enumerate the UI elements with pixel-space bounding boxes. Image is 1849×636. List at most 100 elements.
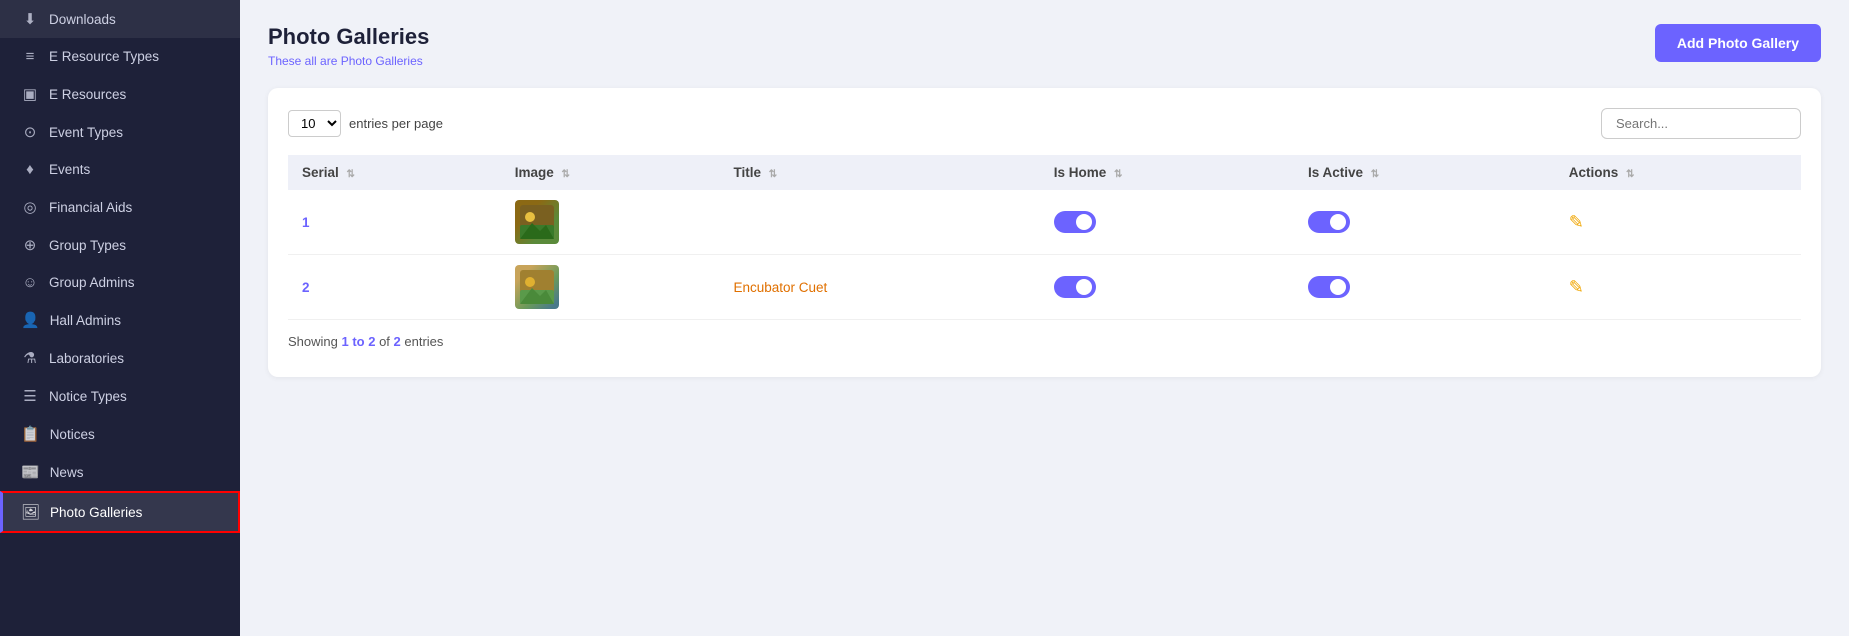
table-controls: 10 25 50 entries per page <box>288 108 1801 139</box>
cell-image-2 <box>501 255 720 320</box>
cell-actions-2: ✎ <box>1555 255 1801 320</box>
toggle-is-home-2[interactable] <box>1054 276 1096 298</box>
edit-icon-2[interactable]: ✎ <box>1569 277 1584 297</box>
sort-icon-image: ⇅ <box>562 169 570 180</box>
main-content: Photo Galleries These all are Photo Gall… <box>240 0 1849 636</box>
event-types-icon: ⊙ <box>21 123 39 141</box>
cell-image-1 <box>501 190 720 255</box>
downloads-icon: ⬇ <box>21 10 39 28</box>
sidebar-item-label-group-admins: Group Admins <box>49 275 135 290</box>
table-card: 10 25 50 entries per page Serial ⇅ Image… <box>268 88 1821 377</box>
e-resource-types-icon: ≡ <box>21 48 39 65</box>
sidebar-item-hall-admins[interactable]: 👤 Hall Admins <box>0 301 240 339</box>
sort-icon-is-home: ⇅ <box>1114 169 1122 180</box>
sort-icon-actions: ⇅ <box>1626 169 1634 180</box>
col-title: Title ⇅ <box>719 155 1039 190</box>
col-actions: Actions ⇅ <box>1555 155 1801 190</box>
events-icon: ♦ <box>21 161 39 178</box>
toggle-is-active-2[interactable] <box>1308 276 1350 298</box>
showing-total: 2 <box>394 334 401 349</box>
photo-galleries-icon: 🖼 <box>21 503 40 521</box>
toggle-is-home-1[interactable] <box>1054 211 1096 233</box>
cell-serial-2: 2 <box>288 255 501 320</box>
group-admins-icon: ☺ <box>21 274 39 291</box>
sidebar-item-label-news: News <box>50 465 84 480</box>
sidebar-item-label-event-types: Event Types <box>49 125 123 140</box>
sidebar-item-label-laboratories: Laboratories <box>49 351 124 366</box>
entries-label: entries per page <box>349 116 443 131</box>
thumb-svg-1 <box>520 205 554 239</box>
cell-is-home-2 <box>1040 255 1294 320</box>
sidebar-item-photo-galleries[interactable]: 🖼Photo Galleries➔ <box>0 491 240 533</box>
sidebar-item-group-admins[interactable]: ☺ Group Admins <box>0 264 240 301</box>
col-is-active: Is Active ⇅ <box>1294 155 1555 190</box>
entries-select[interactable]: 10 25 50 <box>288 110 341 137</box>
notices-icon: 📋 <box>21 425 40 443</box>
sidebar-item-event-types[interactable]: ⊙ Event Types <box>0 113 240 151</box>
serial-link-1[interactable]: 1 <box>302 215 310 230</box>
sort-icon-title: ⇅ <box>769 169 777 180</box>
toggle-slider-is-home-2 <box>1054 276 1096 298</box>
e-resources-icon: ▣ <box>21 85 39 103</box>
sidebar-item-label-photo-galleries: Photo Galleries <box>50 505 142 520</box>
sidebar-item-e-resource-types[interactable]: ≡ E Resource Types <box>0 38 240 75</box>
cell-title-2: Encubator Cuet <box>719 255 1039 320</box>
cell-is-active-2 <box>1294 255 1555 320</box>
group-types-icon: ⊕ <box>21 236 39 254</box>
sidebar-item-events[interactable]: ♦ Events <box>0 151 240 188</box>
thumbnail-2 <box>515 265 559 309</box>
showing-text: Showing 1 to 2 of 2 entries <box>288 334 1801 349</box>
cell-is-home-1 <box>1040 190 1294 255</box>
cell-title-1 <box>719 190 1039 255</box>
col-serial: Serial ⇅ <box>288 155 501 190</box>
sidebar-item-label-financial-aids: Financial Aids <box>49 200 132 215</box>
toggle-slider-is-active-1 <box>1308 211 1350 233</box>
hall-admins-icon: 👤 <box>21 311 40 329</box>
sidebar: ⬇ Downloads ≡ E Resource Types ▣ E Resources ⊙… <box>0 0 240 636</box>
sidebar-item-e-resources[interactable]: ▣ E Resources <box>0 75 240 113</box>
table-row: 1 ✎ <box>288 190 1801 255</box>
header-text: Photo Galleries These all are Photo Gall… <box>268 24 429 68</box>
table-header-row: Serial ⇅ Image ⇅ Title ⇅ Is Home ⇅ Is Ac… <box>288 155 1801 190</box>
table-head: Serial ⇅ Image ⇅ Title ⇅ Is Home ⇅ Is Ac… <box>288 155 1801 190</box>
sidebar-item-notice-types[interactable]: ☰Notice Types <box>0 377 240 415</box>
table-body: 1 ✎ 2 Encubator Cuet ✎ <box>288 190 1801 320</box>
entries-per-page: 10 25 50 entries per page <box>288 110 443 137</box>
news-icon: 📰 <box>21 463 40 481</box>
page-title: Photo Galleries <box>268 24 429 50</box>
sidebar-item-label-downloads: Downloads <box>49 12 116 27</box>
financial-aids-icon: ◎ <box>21 198 39 216</box>
cell-serial-1: 1 <box>288 190 501 255</box>
edit-icon-1[interactable]: ✎ <box>1569 212 1584 232</box>
sidebar-item-label-e-resources: E Resources <box>49 87 126 102</box>
sort-icon-serial: ⇅ <box>347 169 355 180</box>
sidebar-item-label-notices: Notices <box>50 427 95 442</box>
col-is-home: Is Home ⇅ <box>1040 155 1294 190</box>
cell-actions-1: ✎ <box>1555 190 1801 255</box>
sidebar-item-notices[interactable]: 📋 Notices <box>0 415 240 453</box>
sidebar-item-downloads[interactable]: ⬇ Downloads <box>0 0 240 38</box>
sidebar-item-financial-aids[interactable]: ◎ Financial Aids <box>0 188 240 226</box>
toggle-is-active-1[interactable] <box>1308 211 1350 233</box>
sidebar-item-label-e-resource-types: E Resource Types <box>49 49 159 64</box>
search-input[interactable] <box>1601 108 1801 139</box>
laboratories-icon: ⚗ <box>21 349 39 367</box>
toggle-slider-is-active-2 <box>1308 276 1350 298</box>
sidebar-item-laboratories[interactable]: ⚗ Laboratories <box>0 339 240 377</box>
sidebar-item-group-types[interactable]: ⊕Group Types <box>0 226 240 264</box>
photo-galleries-table: Serial ⇅ Image ⇅ Title ⇅ Is Home ⇅ Is Ac… <box>288 155 1801 320</box>
cell-is-active-1 <box>1294 190 1555 255</box>
page-header: Photo Galleries These all are Photo Gall… <box>268 24 1821 68</box>
sidebar-item-label-hall-admins: Hall Admins <box>50 313 121 328</box>
table-row: 2 Encubator Cuet ✎ <box>288 255 1801 320</box>
page-subtitle: These all are Photo Galleries <box>268 54 429 68</box>
sidebar-item-news[interactable]: 📰 News <box>0 453 240 491</box>
sidebar-item-label-events: Events <box>49 162 90 177</box>
col-image: Image ⇅ <box>501 155 720 190</box>
showing-range: 1 to 2 <box>341 334 375 349</box>
add-photo-gallery-button[interactable]: Add Photo Gallery <box>1655 24 1821 62</box>
serial-link-2[interactable]: 2 <box>302 280 310 295</box>
thumb-svg-2 <box>520 270 554 304</box>
toggle-slider-is-home-1 <box>1054 211 1096 233</box>
thumbnail-1 <box>515 200 559 244</box>
